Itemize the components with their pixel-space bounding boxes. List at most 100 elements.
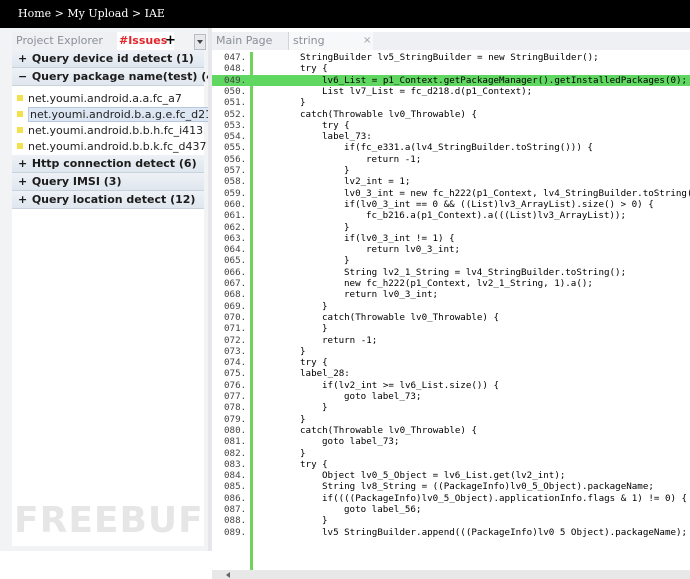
code-text: } [322, 402, 328, 414]
line-number: 064. [224, 244, 247, 256]
code-text: goto label_73; [322, 436, 400, 448]
code-line: 072. return -1; [212, 335, 690, 346]
line-number: 077. [224, 391, 247, 402]
tree-group[interactable]: + Query device id detect (1) [12, 50, 204, 68]
horizontal-scrollbar[interactable] [212, 570, 690, 579]
left-pane: Project Explorer #Issues + + Query devic… [0, 28, 222, 551]
code-line: 047. StringBuilder lv5_StringBuilder = ne… [212, 52, 690, 63]
expand-icon[interactable]: + [18, 50, 28, 67]
code-line: 049. lv6_List = p1_Context.getPackageMana… [212, 74, 690, 86]
tree-group[interactable]: + Http connection detect (6) [12, 155, 204, 173]
line-number: 070. [224, 311, 247, 323]
code-line: 078.} [212, 402, 690, 413]
line-number: 081. [224, 436, 247, 448]
expand-icon[interactable]: + [18, 191, 28, 208]
tab-project-explorer[interactable]: Project Explorer [12, 32, 122, 50]
tree-group[interactable]: − Query package name(test) (4) [12, 68, 219, 86]
code-text: } [322, 515, 328, 527]
code-line: 081. goto label_73; [212, 436, 690, 447]
code-line: 062.} [212, 222, 690, 233]
code-text: catch(Throwable lv0_Throwable) { [300, 424, 478, 436]
code-text: String lv8_String = ((PackageInfo)lv0_5_… [322, 481, 654, 493]
code-text: } [322, 323, 328, 335]
line-number: 082. [224, 447, 247, 459]
code-line: 080. catch(Throwable lv0_Throwable) { [212, 425, 690, 436]
line-number: 049. [224, 74, 247, 86]
code-line: 050. List lv7_List = fc_d218.d(p1_Context… [212, 86, 690, 97]
tree-group-label: Http connection detect (6) [28, 157, 197, 170]
expand-icon[interactable]: + [18, 155, 28, 172]
line-number: 079. [224, 413, 247, 425]
code-text: return -1; [366, 153, 422, 165]
line-number: 073. [224, 345, 247, 357]
code-line: 074. try { [212, 357, 690, 368]
code-line: 067. new fc_h222(p1_Context, lv2_1_String… [212, 278, 690, 289]
code-text: if(lv0_3_int != 1) { [344, 232, 455, 244]
code-line: 061. fc_b216.a(p1_Context).a(((List)lv3_A… [212, 210, 690, 221]
tree-group[interactable]: + Query IMSI (3) [12, 173, 204, 191]
code-text: lv5 StringBuilder.append(((PackageInfo)l… [322, 526, 688, 538]
code-line: 086. if((((PackageInfo)lv0_5_Object).appl… [212, 493, 690, 504]
file-bullet-icon [17, 143, 23, 149]
code-text: try { [300, 63, 328, 75]
tree-group-label: Query location detect (12) [28, 193, 196, 206]
line-number: 072. [224, 334, 247, 346]
tree-group-label: Query package name(test) (4) [28, 70, 219, 83]
code-text: try { [322, 119, 350, 131]
close-tab-icon[interactable]: × [359, 32, 373, 50]
code-line: 075. label_28: [212, 368, 690, 379]
code-text: catch(Throwable lv0_Throwable) { [322, 311, 500, 323]
code-text: String lv2_1_String = lv4_StringBuilder.… [344, 266, 627, 278]
code-editor: Main Page string × 047. StringBuilder lv5… [212, 28, 690, 579]
line-number: 069. [224, 300, 247, 312]
line-number: 074. [224, 357, 247, 369]
code-line: 051.} [212, 97, 690, 108]
code-line: 068. return lv0_3_int; [212, 289, 690, 300]
code-line: 048. try { [212, 63, 690, 74]
code-text: } [344, 165, 350, 176]
tree-group[interactable]: + Query location detect (12) [12, 191, 204, 209]
breadcrumb[interactable]: Home > My Upload > IAE [18, 0, 165, 28]
line-number: 084. [224, 470, 247, 482]
tree-item[interactable]: net.youmi.android.b.a.g.e.fc_d218 [12, 107, 222, 123]
tree-item[interactable]: net.youmi.android.b.b.h.fc_i413 [12, 123, 204, 139]
line-number: 068. [224, 289, 247, 301]
code-view[interactable]: 047. StringBuilder lv5_StringBuilder = ne… [212, 52, 690, 572]
line-number: 054. [224, 131, 247, 143]
top-bar: Home > My Upload > IAE [0, 0, 690, 28]
file-bullet-icon [17, 95, 23, 101]
code-line: 065.} [212, 255, 690, 266]
dropdown-menu-icon[interactable] [194, 34, 206, 50]
line-number: 087. [224, 504, 247, 515]
code-text: label_28: [300, 368, 350, 380]
code-line: 083. try { [212, 459, 690, 470]
left-tab-bar: Project Explorer #Issues + [12, 32, 206, 50]
code-text: catch(Throwable lv0_Throwable) { [300, 108, 478, 120]
code-line: 069.} [212, 301, 690, 312]
add-tab-icon[interactable]: + [165, 32, 177, 50]
code-text: } [344, 255, 350, 267]
code-line: 053. try { [212, 120, 690, 131]
code-text: lv0_3_int = new fc_h222(p1_Context, lv4_… [344, 187, 690, 199]
collapse-icon[interactable]: − [18, 68, 28, 85]
code-line: 052. catch(Throwable lv0_Throwable) { [212, 109, 690, 120]
line-number: 067. [224, 278, 247, 289]
expand-icon[interactable]: + [18, 173, 28, 190]
tab-main-page[interactable]: Main Page [212, 32, 289, 50]
line-number: 056. [224, 153, 247, 165]
line-number: 058. [224, 176, 247, 188]
tree-item-label: net.youmi.android.b.a.g.e.fc_d218 [28, 107, 222, 122]
code-text: } [300, 413, 306, 425]
code-text: fc_b216.a(p1_Context).a(((List)lv3_Array… [366, 210, 626, 222]
code-text: Object lv0_5_Object = lv6_List.get(lv2_i… [322, 470, 566, 482]
tree-item[interactable]: net.youmi.android.b.b.k.fc_d437 [12, 139, 207, 155]
code-text: return -1; [322, 334, 378, 346]
code-line: 084. Object lv0_5_Object = lv6_List.get(l… [212, 470, 690, 481]
code-line: 058. lv2_int = 1; [212, 176, 690, 187]
code-text: } [344, 221, 350, 233]
code-line: 085. String lv8_String = ((PackageInfo)lv… [212, 481, 690, 492]
line-number: 050. [224, 85, 247, 97]
line-number: 048. [224, 63, 247, 75]
code-text: } [300, 97, 306, 109]
tree-item[interactable]: net.youmi.android.a.a.fc_a7 [12, 91, 204, 107]
